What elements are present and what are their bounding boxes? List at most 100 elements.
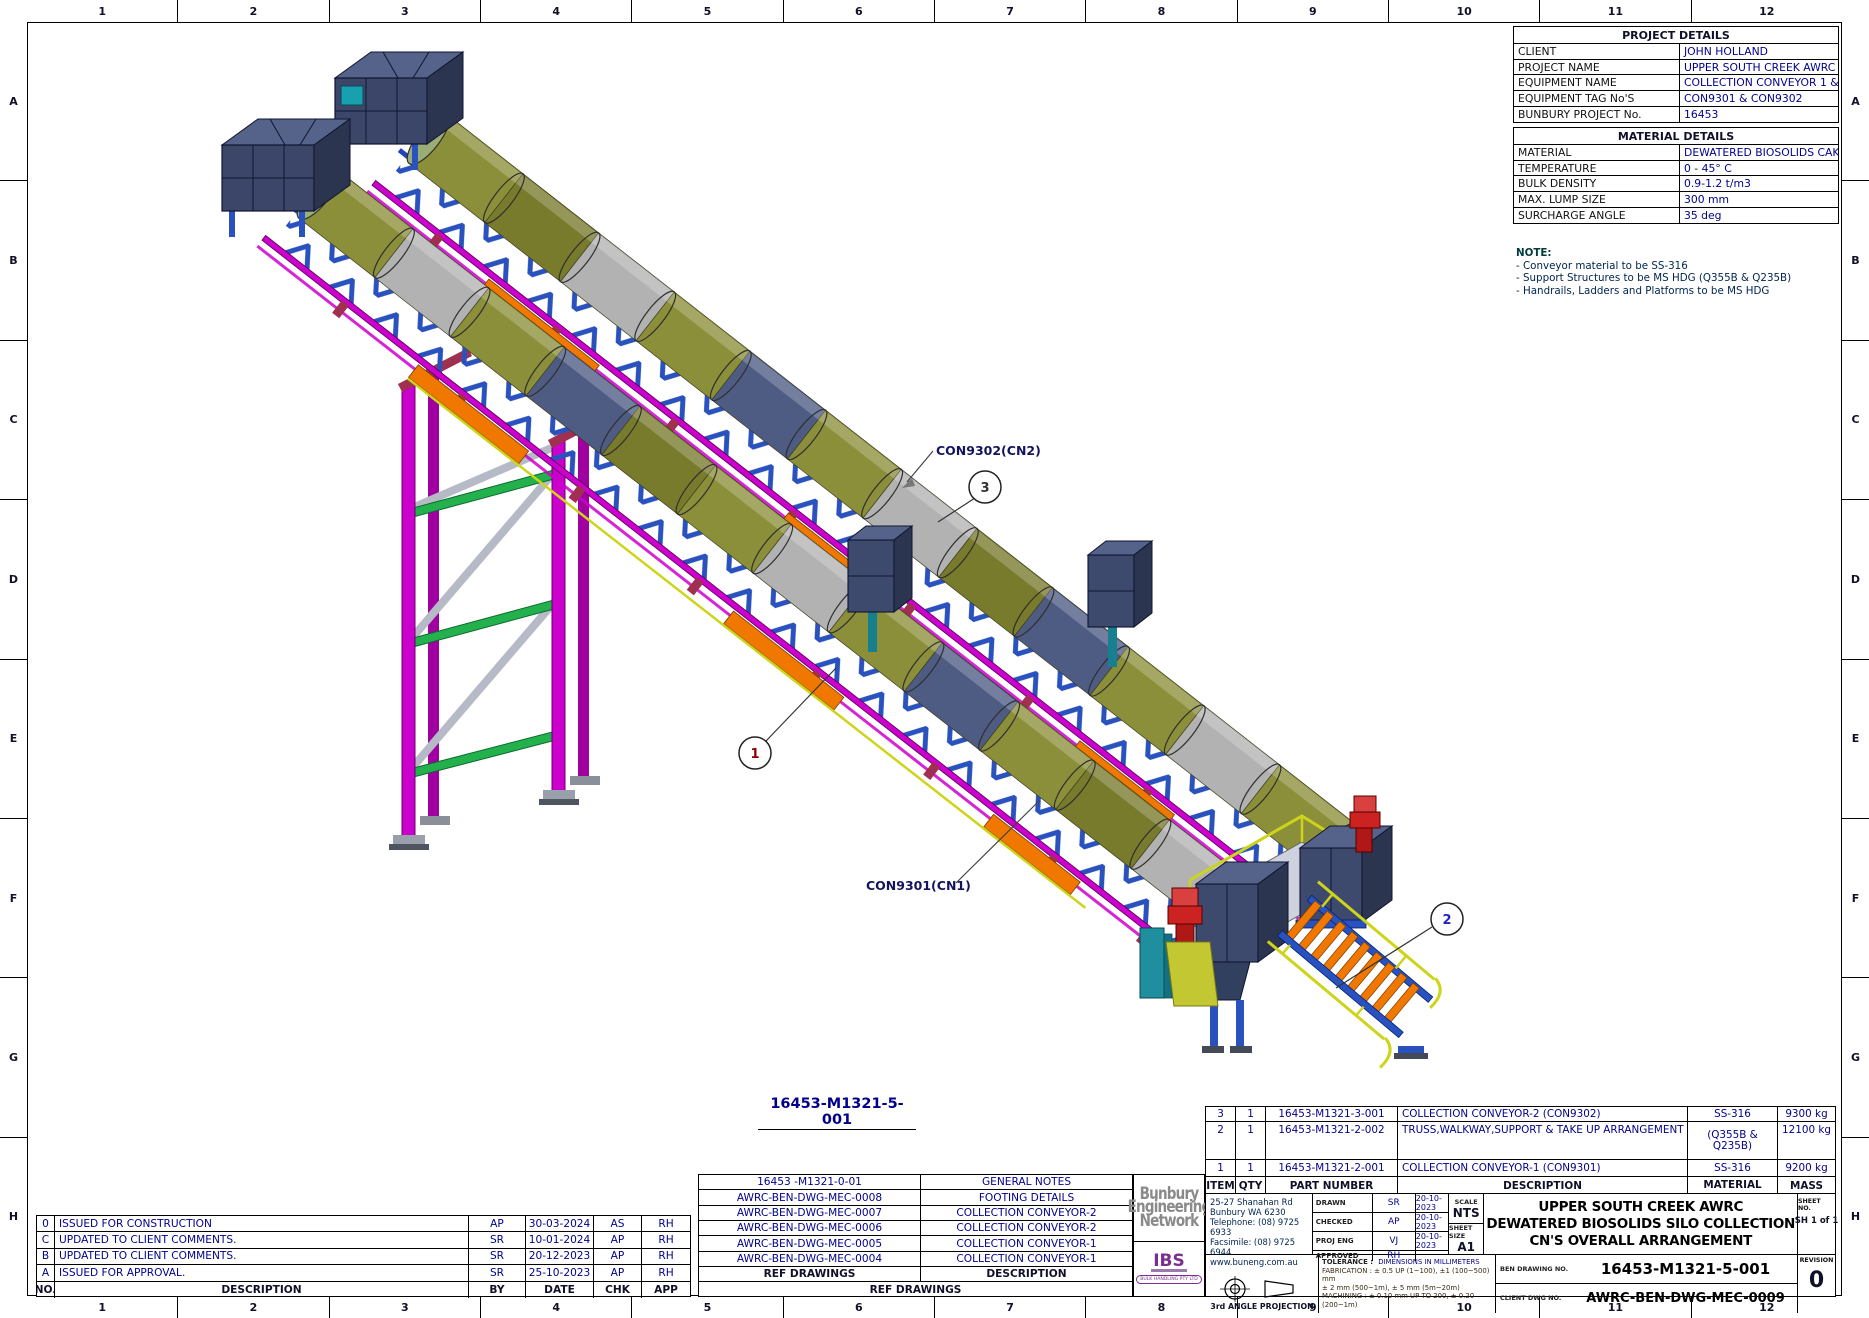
sheet-size-value: A1	[1457, 1240, 1475, 1254]
grid-col: 11	[1540, 0, 1691, 22]
bom-row: 2 1 16453-M1321-2-002 TRUSS,WALKWAY,SUPP…	[1206, 1122, 1835, 1160]
rev-by: AP	[469, 1216, 526, 1231]
project-details-table: PROJECT DETAILS CLIENT JOHN HOLLAND PROJ…	[1513, 26, 1839, 123]
title-line: CN'S OVERALL ARRANGEMENT	[1529, 1233, 1752, 1250]
detail-value: UPPER SOUTH CREEK AWRC	[1680, 60, 1838, 75]
rev-by: SR	[469, 1249, 526, 1264]
tolerance-line: ± 2 mm (500~1m), ± 5 mm (5m~20m)	[1322, 1284, 1492, 1293]
ref-number: AWRC-BEN-DWG-MEC-0006	[699, 1221, 921, 1235]
sheet-no-label: SHEET NO.	[1798, 1198, 1835, 1212]
detail-value: DEWATERED BIOSOLIDS CAKE	[1680, 145, 1838, 160]
table-row: EQUIPMENT NAME COLLECTION CONVEYOR 1 & 2	[1514, 75, 1838, 91]
bom-row: 3 1 16453-M1321-3-001 COLLECTION CONVEYO…	[1206, 1107, 1835, 1122]
scale-label: SCALE	[1455, 1198, 1478, 1206]
rev-description: UPDATED TO CLIENT COMMENTS.	[55, 1232, 469, 1247]
grid-col: 7	[935, 1296, 1086, 1318]
bom-part-number: 16453-M1321-3-001	[1266, 1107, 1398, 1121]
signoff-role: DRAWN	[1313, 1194, 1373, 1212]
bom-description: COLLECTION CONVEYOR-1 (CON9301)	[1398, 1160, 1688, 1176]
grid-row: D	[1842, 500, 1869, 659]
table-row: MAX. LUMP SIZE 300 mm	[1514, 192, 1838, 208]
ref-col-header: REF DRAWINGS	[699, 1267, 921, 1281]
ref-row: AWRC-BEN-DWG-MEC-0006 COLLECTION CONVEYO…	[699, 1221, 1132, 1236]
ref-row: AWRC-BEN-DWG-MEC-0008 FOOTING DETAILS	[699, 1190, 1132, 1205]
table-row: BULK DENSITY 0.9-1.2 t/m3	[1514, 176, 1838, 192]
bom-header: MATERIAL	[1688, 1177, 1778, 1194]
bom-header-row: ITEM QTY PART NUMBER DESCRIPTION MATERIA…	[1206, 1177, 1835, 1194]
ref-row: 16453 -M1321-0-01 GENERAL NOTES	[699, 1175, 1132, 1190]
ben-dwg-row: BEN DRAWING NO. 16453-M1321-5-001	[1496, 1255, 1797, 1284]
detail-value: 0 - 45° C	[1680, 161, 1838, 176]
bom-description: COLLECTION CONVEYOR-2 (CON9302)	[1398, 1107, 1688, 1121]
detail-label: SURCHARGE ANGLE	[1514, 208, 1680, 224]
drawing-title: UPPER SOUTH CREEK AWRC DEWATERED BIOSOLI…	[1484, 1194, 1798, 1254]
detail-label: CLIENT	[1514, 44, 1680, 59]
grid-col: 6	[784, 0, 935, 22]
ben-dwg-number: 16453-M1321-5-001	[1574, 1260, 1797, 1278]
bom-header: ITEM	[1206, 1177, 1236, 1194]
bom-material: (Q355B & Q235B)	[1688, 1122, 1778, 1159]
ref-description: FOOTING DETAILS	[921, 1190, 1132, 1204]
grid-col: 5	[632, 0, 783, 22]
detail-label: PROJECT NAME	[1514, 60, 1680, 75]
third-angle-projection-icon	[1217, 1276, 1307, 1302]
detail-label: BUNBURY PROJECT No.	[1514, 107, 1680, 123]
ref-footer-row: REF DRAWINGS	[699, 1282, 1132, 1297]
rev-date: 10-01-2024	[526, 1232, 594, 1247]
signoff-initials: VJ	[1373, 1232, 1416, 1250]
client-dwg-number: AWRC-BEN-DWG-MEC-0009	[1574, 1291, 1797, 1306]
bom-mass: 9200 kg	[1778, 1160, 1835, 1176]
grid-row: F	[0, 819, 27, 978]
rev-app: RH	[642, 1265, 690, 1280]
detail-label: EQUIPMENT NAME	[1514, 75, 1680, 90]
bom-material: SS-316	[1688, 1160, 1778, 1176]
detail-value: 16453	[1680, 107, 1838, 123]
ref-number: AWRC-BEN-DWG-MEC-0007	[699, 1206, 921, 1220]
ref-description: COLLECTION CONVEYOR-1	[921, 1236, 1132, 1250]
bom-item: 1	[1206, 1160, 1236, 1176]
rev-chk: AP	[594, 1232, 642, 1247]
balloon-3-number: 3	[980, 481, 989, 496]
rev-date: 20-12-2023	[526, 1249, 594, 1264]
grid-row: H	[0, 1138, 27, 1296]
grid-col: 4	[481, 0, 632, 22]
rev-no: B	[37, 1249, 55, 1264]
table-row: BUNBURY PROJECT No. 16453	[1514, 107, 1838, 123]
rev-app: RH	[642, 1249, 690, 1264]
ref-table-title: REF DRAWINGS	[699, 1282, 1132, 1297]
grid-col: 3	[330, 0, 481, 22]
table-row: PROJECT NAME UPPER SOUTH CREEK AWRC	[1514, 60, 1838, 76]
address-line: Telephone: (08) 9725 6933	[1210, 1217, 1308, 1237]
table-title: PROJECT DETAILS	[1514, 27, 1838, 43]
grid-col: 1	[27, 1296, 178, 1318]
signoff-date: 20-10-2023	[1416, 1194, 1448, 1212]
note-line: - Support Structures to be MS HDG (Q355B…	[1516, 272, 1791, 285]
detail-value: COLLECTION CONVEYOR 1 & 2	[1680, 75, 1838, 90]
detail-label: EQUIPMENT TAG No'S	[1514, 91, 1680, 106]
ref-drawings-table: 16453 -M1321-0-01 GENERAL NOTES AWRC-BEN…	[698, 1174, 1133, 1297]
notes-block: NOTE: - Conveyor material to be SS-316 -…	[1516, 247, 1791, 297]
detail-value: CON9301 & CON9302	[1680, 91, 1838, 106]
rev-header: DESCRIPTION	[55, 1282, 469, 1298]
table-row: SURCHARGE ANGLE 35 deg	[1514, 208, 1838, 224]
ben-dwg-label: BEN DRAWING NO.	[1496, 1265, 1574, 1273]
bom-description: TRUSS,WALKWAY,SUPPORT & TAKE UP ARRANGEM…	[1398, 1122, 1688, 1159]
grid-row: E	[1842, 660, 1869, 819]
rev-description: UPDATED TO CLIENT COMMENTS.	[55, 1249, 469, 1264]
ref-description: COLLECTION CONVEYOR-2	[921, 1221, 1132, 1235]
signoff-initials: SR	[1373, 1194, 1416, 1212]
grid-row: G	[0, 978, 27, 1137]
note-line: - Handrails, Ladders and Platforms to be…	[1516, 285, 1791, 298]
ref-row: AWRC-BEN-DWG-MEC-0007 COLLECTION CONVEYO…	[699, 1206, 1132, 1221]
bom-header: QTY	[1236, 1177, 1266, 1194]
rev-chk: AP	[594, 1249, 642, 1264]
title-line: UPPER SOUTH CREEK AWRC	[1538, 1199, 1743, 1216]
drawing-numbers-cell: BEN DRAWING NO. 16453-M1321-5-001 CLIENT…	[1496, 1255, 1798, 1313]
projection-label: 3rd ANGLE PROJECTION	[1210, 1302, 1313, 1311]
table-row: EQUIPMENT TAG No'S CON9301 & CON9302	[1514, 91, 1838, 107]
signoff-row: CHECKED AP 20-10-2023	[1313, 1213, 1448, 1232]
bom-header: MASS	[1778, 1177, 1835, 1194]
grid-rows-left: A B C D E F G H	[0, 22, 27, 1296]
balloon-2-number: 2	[1442, 913, 1451, 928]
grid-row: C	[0, 341, 27, 500]
